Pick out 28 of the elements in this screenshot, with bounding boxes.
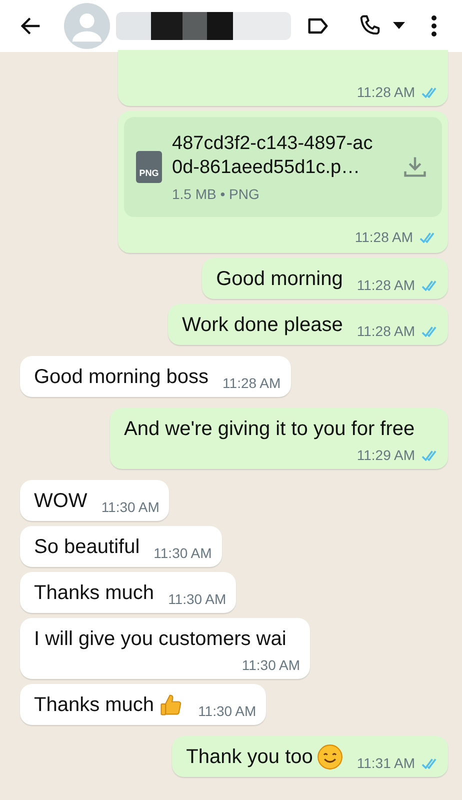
message-time: 11:28 AM (356, 323, 415, 339)
message-time: 11:28 AM (354, 229, 413, 245)
file-info: 1.5 MB • PNG (172, 186, 260, 202)
message-time: 11:29 AM (356, 447, 415, 463)
more-icon[interactable] (431, 14, 437, 38)
message-time: 11:30 AM (101, 499, 160, 515)
message-time: 11:28 AM (356, 277, 415, 293)
message-text: Thank you too (186, 745, 313, 770)
message-text: Good morning (216, 267, 343, 292)
message-time: 11:30 AM (168, 591, 226, 607)
message-time: 11:30 AM (242, 657, 300, 673)
message-text: Work done please (182, 313, 343, 338)
message-text: I will give you customers wai (34, 627, 286, 652)
message-time: 11:31 AM (356, 755, 415, 771)
file-name: 487cd3f2-c143-4897-ac0d-861aeed55d1c.p… (172, 132, 374, 180)
message-text: WOW (34, 489, 88, 514)
message-time: 11:30 AM (154, 545, 212, 561)
message-text: Thanks much (34, 693, 154, 718)
file-type-label: PNG (139, 168, 159, 178)
caret-icon[interactable] (393, 22, 405, 30)
message-text: And we're giving it to you for free (124, 417, 415, 442)
message-text: Good morning boss (34, 365, 209, 390)
message-text: So beautiful (34, 535, 140, 560)
message-time: 11:28 AM (356, 84, 415, 100)
message-time: 11:28 AM (222, 375, 281, 391)
file-card[interactable]: PNG 487cd3f2-c143-4897-ac0d-861aeed55d1c.p… 1.5 MB • PNG (124, 117, 442, 217)
message-text: Thanks much (34, 581, 154, 606)
message-time: 11:30 AM (198, 703, 256, 719)
